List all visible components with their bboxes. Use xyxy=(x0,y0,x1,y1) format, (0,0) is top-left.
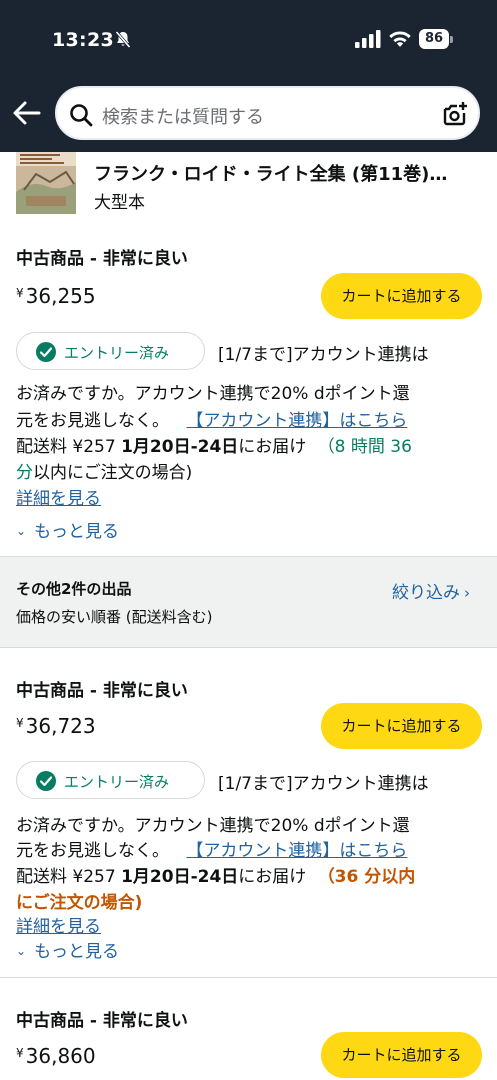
order-deadline: にご注文の場合) xyxy=(16,893,143,913)
offer-condition: 中古商品 - 非常に良い xyxy=(16,681,188,701)
details-link[interactable]: 詳細を見る xyxy=(16,484,101,509)
check-icon xyxy=(36,771,56,791)
status-time: 13:23 xyxy=(52,29,114,51)
camera-search-icon[interactable] xyxy=(442,101,468,127)
divider xyxy=(0,556,497,557)
other-offers-title: その他2件の出品 xyxy=(16,580,132,598)
show-more-toggle[interactable]: ⌄ もっと見る xyxy=(16,937,119,962)
promo-text-row: 元をお見逃しなく。 【アカウント連携】はこちら xyxy=(16,836,407,861)
product-format: 大型本 xyxy=(94,193,145,213)
search-icon xyxy=(70,104,93,127)
entry-badge: エントリー済み xyxy=(16,332,205,370)
details-link[interactable]: 詳細を見る xyxy=(16,912,101,937)
promo-text: [1/7まで]アカウント連携は xyxy=(218,345,429,365)
promo-text: お済みですか。アカウント連携で20% dポイント還 xyxy=(16,816,410,836)
chevron-down-icon: ⌄ xyxy=(16,524,27,538)
show-more-label: もっと見る xyxy=(34,942,120,962)
currency-symbol: ¥ xyxy=(16,716,24,730)
price-value: 36,255 xyxy=(25,284,96,308)
show-more-toggle[interactable]: ⌄ もっと見る xyxy=(16,517,119,542)
order-deadline: 分 xyxy=(16,463,33,483)
promo-text: 元をお見逃しなく。 xyxy=(16,411,175,431)
delivery-date: 1月20日-24日 xyxy=(121,437,239,457)
divider xyxy=(0,977,497,978)
offer-price: ¥36,255 xyxy=(16,284,96,308)
promo-text: 元をお見逃しなく。 xyxy=(16,841,175,861)
price-value: 36,723 xyxy=(25,714,96,738)
promo-text: お済みですか。アカウント連携で20% dポイント還 xyxy=(16,384,410,404)
delivery-date: 1月20日-24日 xyxy=(121,867,239,887)
shipping-info: 配送料 ¥257 1月20日-24日にお届け （36 分以内 xyxy=(16,862,415,887)
order-deadline: （8 時間 36 xyxy=(317,437,412,457)
entry-label: エントリー済み xyxy=(64,773,170,791)
offer-condition: 中古商品 - 非常に良い xyxy=(16,1011,188,1031)
currency-symbol: ¥ xyxy=(16,1046,24,1060)
account-link[interactable]: 【アカウント連携】はこちら xyxy=(186,411,407,431)
chevron-right-icon: › xyxy=(464,584,470,602)
divider xyxy=(0,647,497,648)
check-icon xyxy=(36,342,56,362)
cellular-signal-icon xyxy=(355,30,381,48)
shipping-info: 配送料 ¥257 1月20日-24日にお届け （8 時間 36 xyxy=(16,432,412,457)
promo-text: [1/7まで]アカウント連携は xyxy=(218,774,429,794)
offer-price: ¥36,860 xyxy=(16,1044,96,1068)
offer-condition: 中古商品 - 非常に良い xyxy=(16,249,188,269)
order-deadline-tail: 以内にご注文の場合) xyxy=(33,463,193,483)
add-to-cart-button[interactable]: カートに追加する xyxy=(321,1032,482,1078)
back-arrow-icon[interactable] xyxy=(12,98,42,128)
filter-button[interactable]: 絞り込み › xyxy=(392,578,470,603)
shipping-fee: 配送料 ¥257 xyxy=(16,437,122,457)
battery-indicator: 86 xyxy=(419,29,453,49)
wifi-icon xyxy=(389,31,411,47)
account-link[interactable]: 【アカウント連携】はこちら xyxy=(186,841,407,861)
filter-label: 絞り込み xyxy=(392,583,460,603)
delivery-suffix: にお届け xyxy=(238,867,312,887)
app-header: 13:23 86 検索または質問する xyxy=(0,0,497,152)
order-deadline: （36 分以内 xyxy=(317,867,416,887)
entry-label: エントリー済み xyxy=(64,344,170,362)
silent-bell-icon xyxy=(115,31,131,48)
product-title[interactable]: フランク・ロイド・ライト全集 (第11巻)… xyxy=(94,160,484,186)
search-input[interactable]: 検索または質問する xyxy=(102,103,264,129)
price-value: 36,860 xyxy=(25,1044,96,1068)
search-bar[interactable]: 検索または質問する xyxy=(55,86,480,140)
offer-price: ¥36,723 xyxy=(16,714,96,738)
shipping-fee: 配送料 ¥257 xyxy=(16,867,122,887)
add-to-cart-button[interactable]: カートに追加する xyxy=(321,273,482,319)
add-to-cart-button[interactable]: カートに追加する xyxy=(321,703,482,749)
book-cover-image xyxy=(16,152,76,214)
shipping-info-cont: 分以内にご注文の場合) xyxy=(16,458,192,483)
currency-symbol: ¥ xyxy=(16,286,24,300)
sort-order: 価格の安い順番 (配送料含む) xyxy=(16,608,213,626)
entry-badge: エントリー済み xyxy=(16,761,205,799)
chevron-down-icon: ⌄ xyxy=(16,944,27,958)
promo-text-row: 元をお見逃しなく。 【アカウント連携】はこちら xyxy=(16,406,407,431)
delivery-suffix: にお届け xyxy=(238,437,312,457)
battery-level: 86 xyxy=(419,29,449,49)
show-more-label: もっと見る xyxy=(34,522,120,542)
battery-nub xyxy=(450,36,453,43)
product-thumbnail[interactable] xyxy=(16,152,76,214)
